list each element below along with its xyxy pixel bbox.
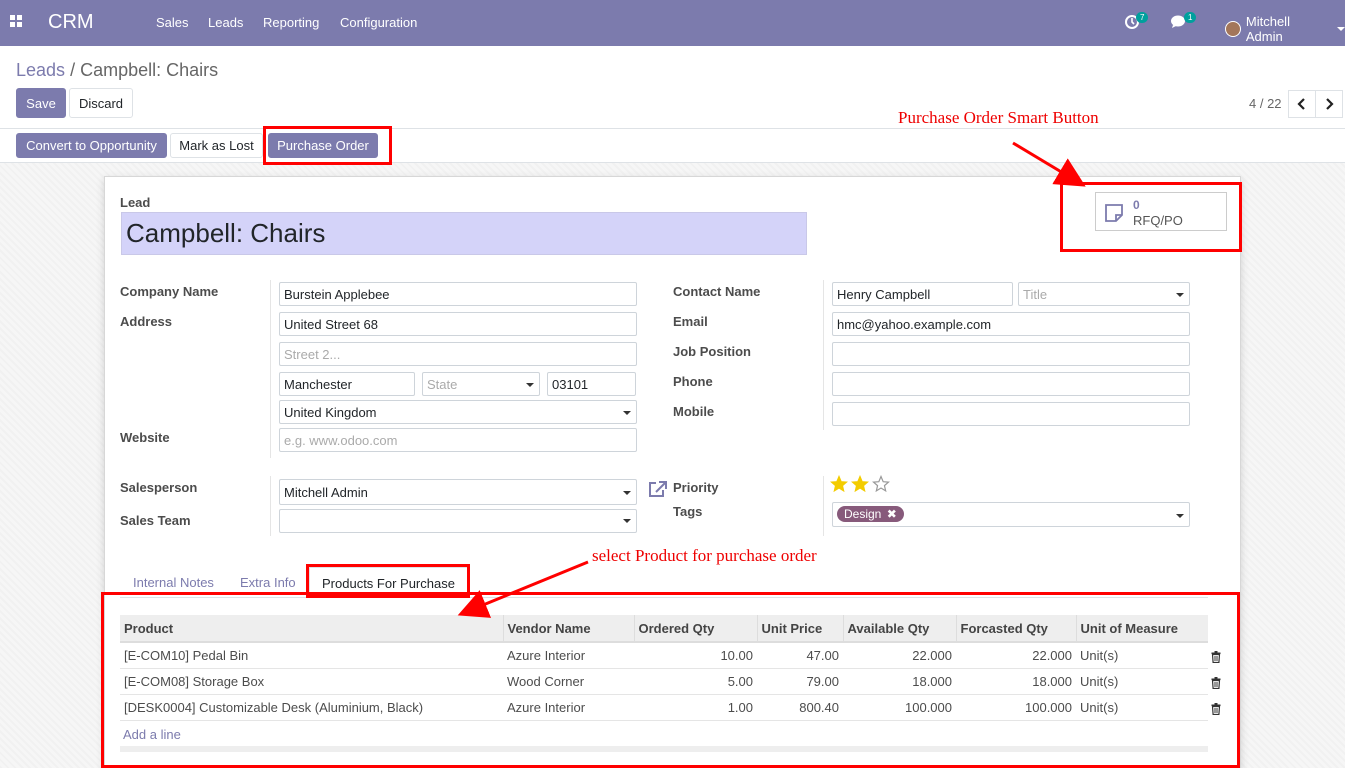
menu-leads[interactable]: Leads [208, 15, 243, 30]
pager-next-button[interactable] [1315, 90, 1343, 118]
discard-button[interactable]: Discard [69, 88, 133, 118]
contact-name-label: Contact Name [673, 284, 761, 299]
pager-value: 4 / 22 [1249, 96, 1282, 111]
field-separator [270, 476, 271, 536]
tags-label: Tags [673, 504, 703, 519]
sales-team-select[interactable] [279, 509, 637, 533]
user-menu[interactable]: Mitchell Admin [1225, 14, 1345, 44]
control-panel: Leads / Campbell: Chairs Save Discard 4 … [0, 46, 1345, 129]
pager-previous-button[interactable] [1288, 90, 1316, 118]
highlight-purchase-order-button [263, 126, 392, 165]
breadcrumb: Leads / Campbell: Chairs [16, 60, 218, 81]
menu-reporting[interactable]: Reporting [263, 15, 319, 30]
star-filled-icon[interactable] [830, 475, 848, 493]
caret-down-icon [623, 491, 631, 495]
external-link-icon[interactable] [648, 480, 668, 498]
lead-label: Lead [120, 195, 151, 210]
breadcrumb-current: Campbell: Chairs [80, 60, 219, 80]
field-separator [823, 476, 824, 536]
annotation-products: select Product for purchase order [592, 546, 817, 565]
tab-internal-notes[interactable]: Internal Notes [133, 575, 214, 590]
app-brand[interactable]: CRM [48, 11, 94, 34]
convert-to-opportunity-button[interactable]: Convert to Opportunity [16, 133, 167, 158]
salesperson-value: Mitchell Admin [284, 485, 368, 500]
priority-label: Priority [673, 480, 719, 495]
caret-down-icon [623, 519, 631, 523]
caret-down-icon [526, 383, 534, 387]
chevron-right-icon [1326, 98, 1334, 110]
breadcrumb-leads[interactable]: Leads [16, 60, 65, 80]
save-button[interactable]: Save [16, 88, 66, 118]
mobile-input[interactable] [832, 402, 1190, 426]
address-label: Address [120, 314, 173, 329]
phone-input[interactable] [832, 372, 1190, 396]
mark-as-lost-button[interactable]: Mark as Lost [170, 133, 263, 158]
contact-name-input[interactable]: Henry Campbell [832, 282, 1013, 306]
job-position-label: Job Position [673, 344, 751, 359]
state-placeholder: State [427, 377, 458, 392]
country-value: United Kingdom [284, 405, 377, 420]
website-input[interactable]: e.g. www.odoo.com [279, 428, 637, 452]
tag-name: Design [844, 507, 882, 521]
menu-sales[interactable]: Sales [156, 15, 189, 30]
tag-badge: Design ✖ [837, 506, 904, 522]
status-bar: Convert to Opportunity Mark as Lost Purc… [0, 129, 1345, 163]
zip-input[interactable]: 03101 [547, 372, 636, 396]
company-name-input[interactable]: Burstein Applebee [279, 282, 637, 306]
apps-grid-icon[interactable] [10, 15, 24, 29]
highlight-smart-button [1060, 182, 1242, 252]
caret-down-icon [1337, 27, 1345, 31]
field-separator [270, 280, 271, 458]
title-placeholder: Title [1023, 287, 1048, 302]
lead-name-input[interactable]: Campbell: Chairs [121, 212, 807, 255]
remove-tag-icon[interactable]: ✖ [887, 507, 897, 521]
star-empty-icon[interactable] [872, 475, 890, 493]
field-separator [823, 280, 824, 430]
company-name-label: Company Name [120, 284, 219, 299]
street-input[interactable]: United Street 68 [279, 312, 637, 336]
phone-label: Phone [673, 374, 713, 389]
top-navbar: CRM Sales Leads Reporting Configuration … [0, 0, 1345, 46]
menu-configuration[interactable]: Configuration [340, 15, 417, 30]
salesperson-select[interactable]: Mitchell Admin [279, 479, 637, 505]
message-count-badge: 1 [1184, 12, 1197, 23]
annotation-smart-button: Purchase Order Smart Button [898, 108, 1099, 127]
breadcrumb-separator: / [70, 60, 76, 80]
user-name: Mitchell Admin [1245, 14, 1290, 44]
street2-input[interactable]: Street 2... [279, 342, 637, 366]
city-input[interactable]: Manchester [279, 372, 415, 396]
caret-down-icon [1176, 514, 1184, 518]
mobile-label: Mobile [673, 404, 715, 419]
country-select[interactable]: United Kingdom [279, 400, 637, 424]
email-input[interactable]: hmc@yahoo.example.com [832, 312, 1190, 336]
email-label: Email [673, 314, 708, 329]
title-select[interactable]: Title [1018, 282, 1190, 306]
caret-down-icon [1176, 293, 1184, 297]
salesperson-label: Salesperson [120, 480, 198, 495]
avatar [1225, 21, 1241, 37]
tags-select[interactable]: Design ✖ [832, 502, 1190, 527]
website-label: Website [120, 430, 170, 445]
activity-count-badge: 7 [1136, 12, 1149, 23]
chevron-left-icon [1297, 98, 1305, 110]
caret-down-icon [623, 411, 631, 415]
priority-stars[interactable] [830, 475, 890, 493]
highlight-products-table [101, 592, 1240, 768]
job-position-input[interactable] [832, 342, 1190, 366]
sales-team-label: Sales Team [120, 513, 191, 528]
state-select[interactable]: State [422, 372, 540, 396]
star-filled-icon[interactable] [851, 475, 869, 493]
tab-extra-info[interactable]: Extra Info [240, 575, 296, 590]
